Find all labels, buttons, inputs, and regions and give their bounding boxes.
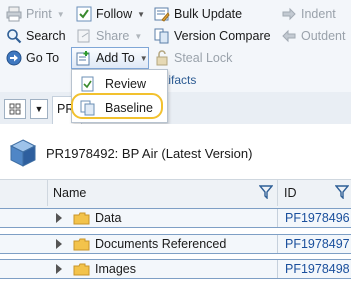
share-label: Share xyxy=(96,29,130,43)
expand-arrow-icon[interactable] xyxy=(56,264,62,274)
go-to-button[interactable]: Go To xyxy=(6,48,59,68)
row-name[interactable]: Data xyxy=(95,211,121,225)
bulk-update-label: Bulk Update xyxy=(174,7,243,21)
version-compare-label: Version Compare xyxy=(174,29,271,43)
folder-icon xyxy=(73,238,90,251)
toolbar-group-label: tifacts xyxy=(165,73,197,87)
version-compare-icon xyxy=(154,28,170,44)
row-id-link[interactable]: PF1978497 xyxy=(285,237,350,251)
cube-icon xyxy=(8,138,38,168)
menu-item-label: Review xyxy=(105,77,146,91)
table-row[interactable]: Images PF1978498 xyxy=(0,259,351,279)
share-button[interactable]: Share ▼ xyxy=(76,26,142,46)
chevron-down-icon: ▼ xyxy=(137,9,146,19)
version-compare-button[interactable]: Version Compare xyxy=(154,26,271,46)
follow-button[interactable]: Follow ▼ xyxy=(76,4,145,24)
column-divider xyxy=(47,180,48,206)
menu-item-review[interactable]: Review xyxy=(76,73,146,95)
expand-arrow-icon[interactable] xyxy=(56,239,62,249)
chevron-down-icon: ▼ xyxy=(56,9,65,19)
expand-arrow-icon[interactable] xyxy=(56,213,62,223)
object-title: PR1978492: BP Air (Latest Version) xyxy=(46,146,253,161)
row-id-link[interactable]: PF1978496 xyxy=(285,211,350,225)
column-divider xyxy=(277,260,278,278)
add-to-button[interactable]: Add To ▼ xyxy=(76,48,148,68)
indent-button[interactable]: Indent xyxy=(281,4,336,24)
search-icon xyxy=(6,28,22,44)
outdent-arrow-icon xyxy=(281,28,297,44)
row-id-link[interactable]: PF1978498 xyxy=(285,262,350,276)
search-label: Search xyxy=(26,29,66,43)
indent-arrow-icon xyxy=(281,6,297,22)
column-header-name[interactable]: Name xyxy=(53,186,86,200)
printer-icon xyxy=(6,6,22,22)
chevron-down-icon: ▼ xyxy=(34,104,44,114)
steal-lock-button[interactable]: Steal Lock xyxy=(154,48,232,68)
table-row[interactable]: Documents Referenced PF1978497 xyxy=(0,234,351,254)
filter-icon[interactable] xyxy=(258,185,274,202)
column-divider xyxy=(277,209,278,227)
print-label: Print xyxy=(26,7,52,21)
highlight-annotation xyxy=(71,93,163,119)
bulk-update-button[interactable]: Bulk Update xyxy=(154,4,242,24)
column-header-id[interactable]: ID xyxy=(284,186,297,200)
go-to-icon xyxy=(6,50,22,66)
chevron-down-icon: ▼ xyxy=(134,31,143,41)
follow-label: Follow xyxy=(96,7,133,21)
row-name[interactable]: Documents Referenced xyxy=(95,237,226,251)
print-button[interactable]: Print ▼ xyxy=(6,4,65,24)
indent-label: Indent xyxy=(301,7,336,21)
column-divider xyxy=(277,180,278,206)
go-to-label: Go To xyxy=(26,51,60,65)
follow-icon xyxy=(76,6,92,22)
row-name[interactable]: Images xyxy=(95,262,136,276)
column-divider xyxy=(277,235,278,253)
steal-lock-label: Steal Lock xyxy=(174,51,233,65)
share-icon xyxy=(76,28,92,44)
filter-icon[interactable] xyxy=(334,185,350,202)
grid-icon xyxy=(9,103,21,115)
outdent-label: Outdent xyxy=(301,29,346,43)
view-dropdown-button[interactable]: ▼ xyxy=(30,99,48,119)
lock-icon xyxy=(154,50,170,66)
folder-icon xyxy=(73,212,90,225)
folder-icon xyxy=(73,263,90,276)
table-row[interactable]: Data PF1978496 xyxy=(0,208,351,228)
grid-view-button[interactable] xyxy=(4,99,26,119)
add-to-label: Add To xyxy=(96,51,135,65)
chevron-down-icon: ▼ xyxy=(139,53,148,63)
outdent-button[interactable]: Outdent xyxy=(281,26,345,46)
review-icon xyxy=(80,76,96,92)
add-to-icon xyxy=(76,50,92,66)
search-button[interactable]: Search xyxy=(6,26,66,46)
bulk-update-icon xyxy=(154,6,170,22)
